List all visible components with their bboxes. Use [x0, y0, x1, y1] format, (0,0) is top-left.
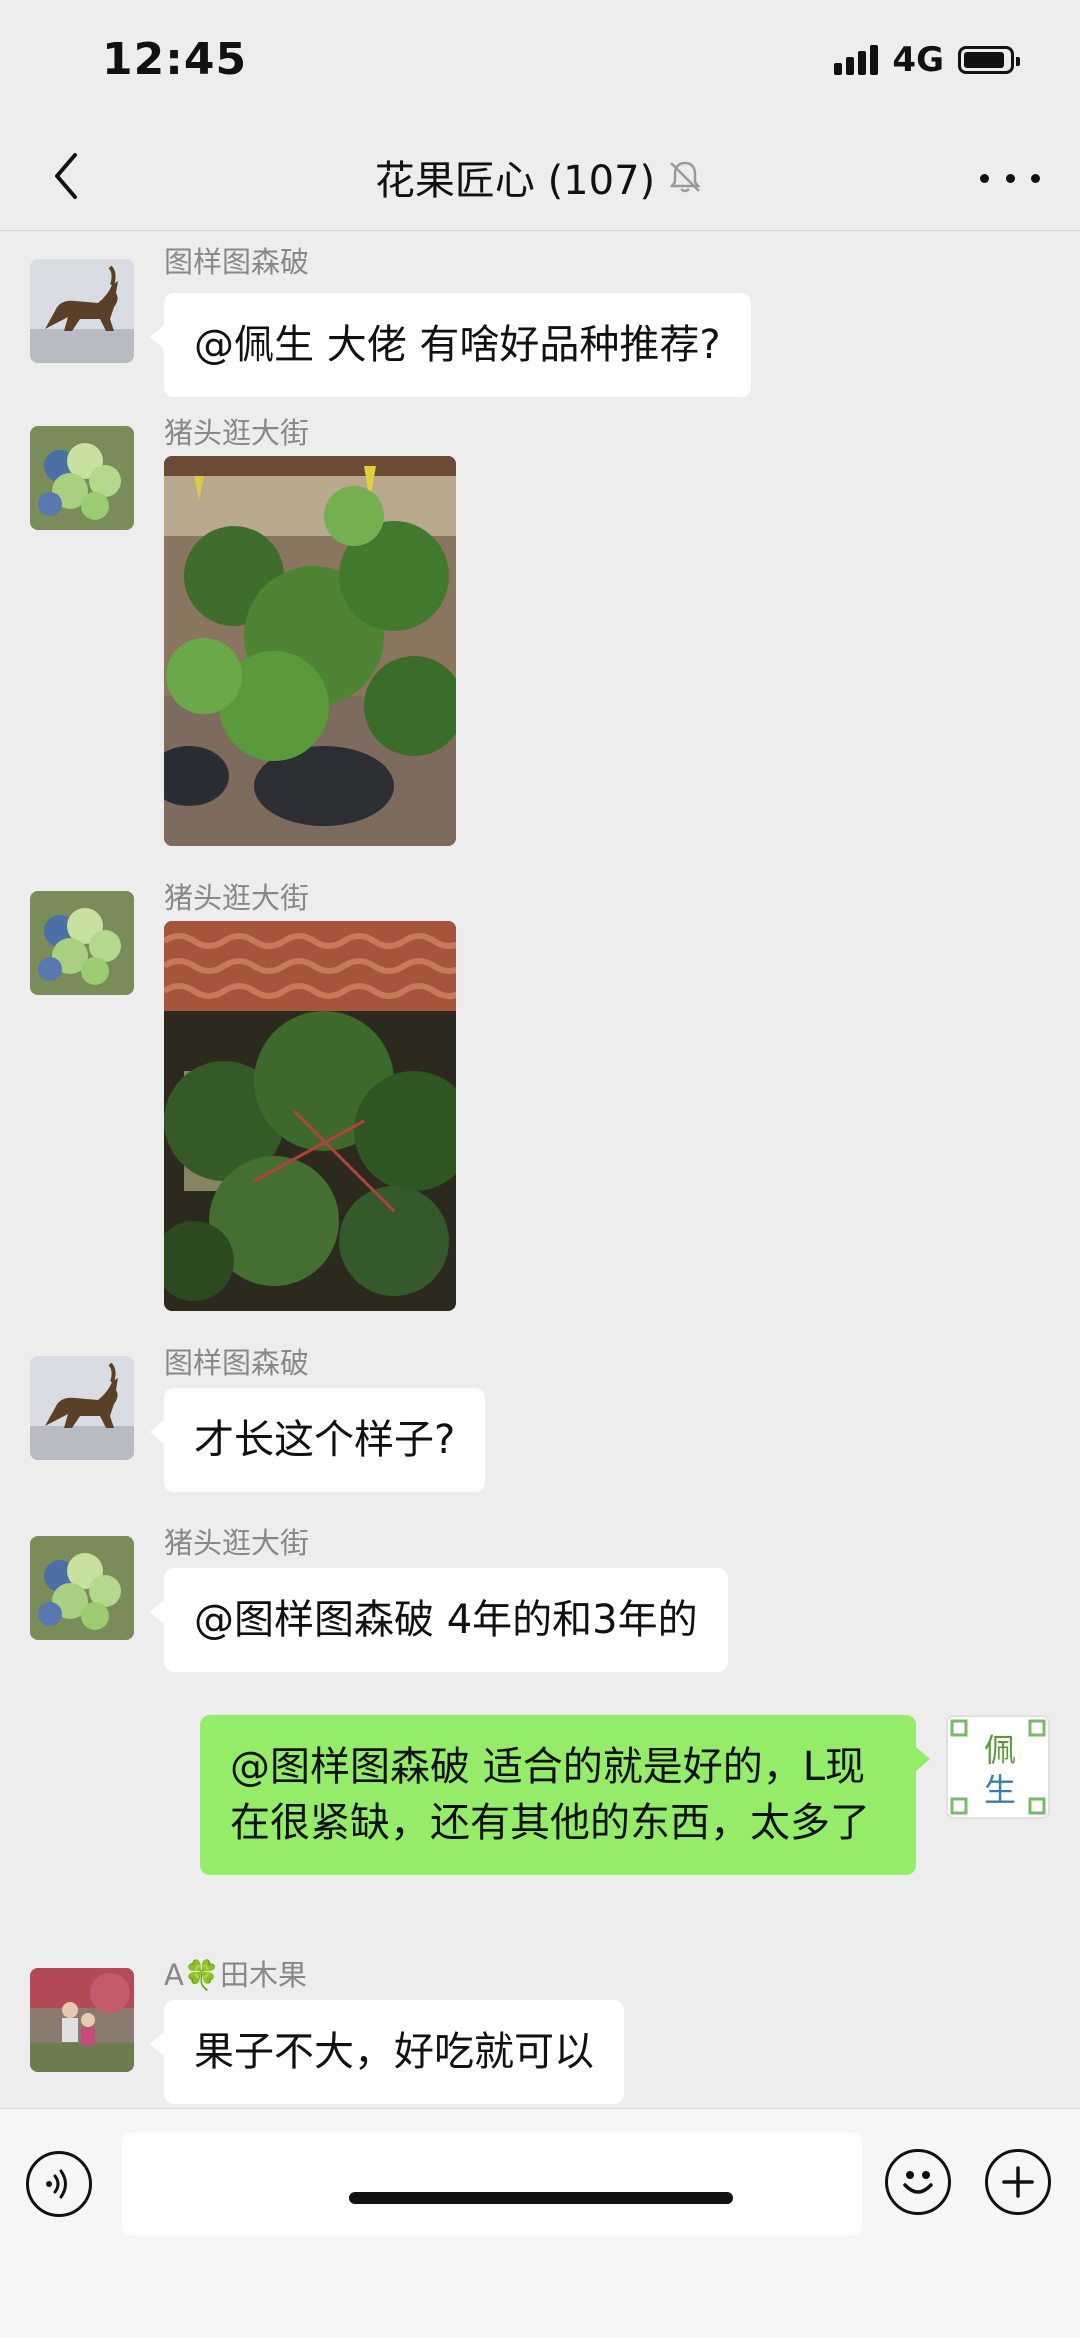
- message-bubble[interactable]: @佩生 大佬 有啥好品种推荐?: [150, 293, 751, 397]
- ellipsis-icon[interactable]: [980, 158, 1040, 198]
- sender-name: 图样图森破: [164, 1346, 310, 1380]
- home-indicator[interactable]: [349, 2192, 733, 2204]
- sender-name: 图样图森破: [164, 245, 310, 279]
- message-bubble[interactable]: 才长这个样子?: [149, 1388, 486, 1492]
- avatar[interactable]: [30, 1968, 134, 2072]
- input-bar: [0, 2108, 1080, 2338]
- message-bubble[interactable]: @图样图森破 4年的和3年的: [150, 1568, 728, 1672]
- sender-name: 猪头逛大街: [164, 1526, 310, 1560]
- plant-photo[interactable]: [164, 456, 456, 846]
- avatar[interactable]: [30, 259, 134, 363]
- avatar[interactable]: [30, 1356, 134, 1460]
- avatar[interactable]: 佩 生: [946, 1715, 1050, 1819]
- sender-name: A🍀田木果: [164, 1958, 307, 1992]
- voice-icon[interactable]: [26, 2151, 92, 2217]
- status-indicators: 4G: [834, 40, 1020, 80]
- emoji-icon[interactable]: [885, 2149, 951, 2215]
- sender-name: 猪头逛大街: [164, 416, 310, 450]
- avatar-text: 佩: [984, 1731, 1016, 1769]
- status-bar: 12:45 4G: [0, 0, 1080, 120]
- signal-bars-icon: [834, 45, 879, 75]
- status-time: 12:45: [102, 34, 248, 85]
- avatar[interactable]: [30, 1536, 134, 1640]
- chat-title-group: 花果匠心 (107): [0, 148, 1080, 206]
- bell-muted-icon: [665, 157, 705, 197]
- message-bubble-self[interactable]: @图样图森破 适合的就是好的，L现在很紧缺，还有其他的东西，太多了: [200, 1715, 930, 1875]
- chat-header: 花果匠心 (107): [0, 120, 1080, 231]
- chat-title: 花果匠心 (107): [374, 158, 656, 204]
- plant-photo[interactable]: [164, 921, 456, 1311]
- avatar[interactable]: [30, 426, 134, 530]
- avatar[interactable]: [30, 891, 134, 995]
- message-list[interactable]: 图样图森破 @佩生 大佬 有啥好品种推荐? 猪头逛大街 猪头逛大街 图样图森破 …: [0, 231, 1080, 2108]
- message-input[interactable]: [122, 2133, 862, 2235]
- network-label: 4G: [892, 40, 944, 80]
- battery-icon: [958, 46, 1020, 74]
- plus-icon[interactable]: [985, 2149, 1051, 2215]
- message-bubble[interactable]: 果子不大，好吃就可以: [150, 2000, 624, 2104]
- avatar-text: 生: [984, 1771, 1016, 1809]
- sender-name: 猪头逛大街: [164, 881, 310, 915]
